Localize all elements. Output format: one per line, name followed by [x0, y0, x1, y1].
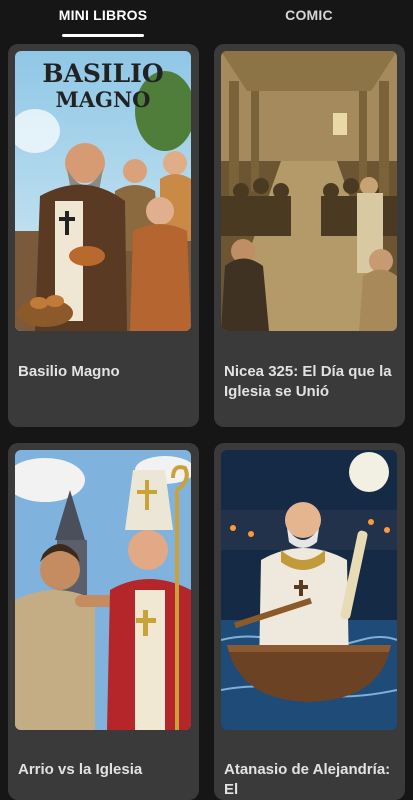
book-card-basilio-magno[interactable]: BASILIO MAGNO Basilio Magno: [8, 44, 199, 427]
book-cover-image: [221, 51, 397, 331]
tab-bar: MINI LIBROS COMIC: [0, 0, 413, 38]
tab-mini-libros-label: MINI LIBROS: [58, 7, 148, 23]
book-cover-image: BASILIO MAGNO: [15, 51, 191, 331]
cover-title-line-1: BASILIO: [42, 59, 164, 88]
book-title: Arrio vs la Iglesia: [18, 761, 143, 778]
tab-comic[interactable]: COMIC: [206, 0, 412, 38]
book-title: Nicea 325: El Día que la Iglesia se Unió: [224, 363, 392, 400]
cover-illustration: [221, 51, 397, 331]
book-title: Atanasio de Alejandría: El: [224, 761, 391, 798]
active-tab-indicator: [62, 34, 144, 37]
tab-comic-label: COMIC: [285, 7, 333, 23]
book-card-nicea-325[interactable]: Nicea 325: El Día que la Iglesia se Unió: [214, 44, 405, 427]
cover-title-line-2: MAGNO: [55, 87, 151, 112]
book-card-arrio-vs-la-iglesia[interactable]: Arrio vs la Iglesia: [8, 443, 199, 800]
book-title: Basilio Magno: [18, 363, 120, 380]
cover-illustration: [15, 450, 191, 730]
book-cover-image: [221, 450, 397, 730]
tab-mini-libros[interactable]: MINI LIBROS: [0, 0, 206, 38]
book-card-atanasio-de-alejandria[interactable]: Atanasio de Alejandría: El: [214, 443, 405, 800]
book-cover-image: [15, 450, 191, 730]
cover-illustration: [221, 450, 397, 730]
